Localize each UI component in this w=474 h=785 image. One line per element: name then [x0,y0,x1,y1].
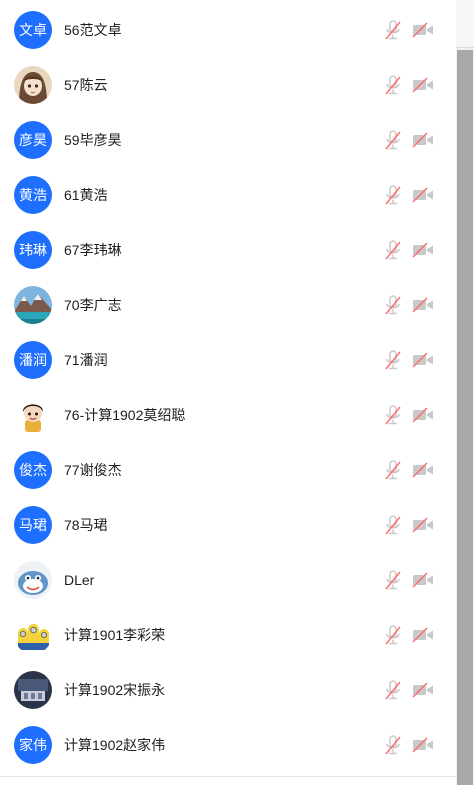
camera-off-icon[interactable] [412,462,434,478]
avatar: 彦昊 [14,120,52,159]
participant-row[interactable]: 70李广志 [0,277,456,332]
camera-off-icon[interactable] [412,132,434,148]
participant-row[interactable]: 黄浩 61黄浩 [0,167,456,222]
mic-muted-icon[interactable] [384,514,402,535]
mic-muted-icon[interactable] [384,19,402,40]
mic-muted-icon[interactable] [384,74,402,95]
mountain-lake-avatar [14,285,52,324]
avatar: 马珺 [14,505,52,544]
scrollbar-track-top[interactable] [456,0,474,48]
participant-name: 78马珺 [64,516,108,533]
participant-row[interactable]: 俊杰 77谢俊杰 [0,442,456,497]
participant-name: 77谢俊杰 [64,461,122,478]
camera-off-icon[interactable] [412,77,434,93]
camera-off-icon[interactable] [412,22,434,38]
participant-name: DLer [64,571,95,588]
participant-row[interactable]: 76-计算1902莫绍聪 [0,387,456,442]
participant-row[interactable]: 57陈云 [0,57,456,112]
camera-off-icon[interactable] [412,682,434,698]
camera-off-icon[interactable] [412,297,434,313]
participant-row[interactable]: 计算1902宋振永 [0,662,456,717]
avatar: 潘润 [14,340,52,379]
avatar: 玮琳 [14,230,52,269]
mic-muted-icon[interactable] [384,569,402,590]
participant-row[interactable]: 玮琳 67李玮琳 [0,222,456,277]
avatar: 文卓 [14,10,52,49]
camera-off-icon[interactable] [412,627,434,643]
participant-name: 计算1902赵家伟 [64,736,166,753]
camera-off-icon[interactable] [412,572,434,588]
participant-list: 文卓 56范文卓 57陈云 彦昊 59毕彦昊 黄浩 61黄浩 玮琳 67李玮琳 … [0,0,456,785]
participant-row[interactable]: 计算1901李彩荣 [0,607,456,662]
mic-muted-icon[interactable] [384,184,402,205]
participant-name: 71潘润 [64,351,108,368]
cartoon-creature-avatar [14,560,52,599]
dark-photo-avatar [14,670,52,709]
participant-row[interactable]: 家伟 计算1902赵家伟 [0,717,456,772]
participant-name: 59毕彦昊 [64,131,122,148]
participant-name: 57陈云 [64,76,108,93]
mic-muted-icon[interactable] [384,404,402,425]
avatar: 家伟 [14,725,52,764]
avatar: 黄浩 [14,175,52,214]
mic-muted-icon[interactable] [384,459,402,480]
anime-girl-avatar [14,65,52,104]
list-divider [0,776,456,777]
participant-row[interactable]: 马珺 78马珺 [0,497,456,552]
participant-row[interactable]: 文卓 56范文卓 [0,2,456,57]
participant-name: 67李玮琳 [64,241,122,258]
participant-name: 76-计算1902莫绍聪 [64,406,186,423]
mic-muted-icon[interactable] [384,129,402,150]
participant-row[interactable]: 潘润 71潘润 [0,332,456,387]
mic-muted-icon[interactable] [384,679,402,700]
camera-off-icon[interactable] [412,407,434,423]
avatar: 俊杰 [14,450,52,489]
mic-muted-icon[interactable] [384,239,402,260]
camera-off-icon[interactable] [412,352,434,368]
mic-muted-icon[interactable] [384,734,402,755]
scrollbar-thumb[interactable] [457,50,473,785]
camera-off-icon[interactable] [412,517,434,533]
camera-off-icon[interactable] [412,242,434,258]
vertical-scrollbar[interactable] [456,0,474,785]
cartoon-boy-avatar [14,395,52,434]
participant-name: 61黄浩 [64,186,108,203]
mic-muted-icon[interactable] [384,349,402,370]
participant-name: 70李广志 [64,296,122,313]
participant-row[interactable]: DLer [0,552,456,607]
participant-name: 计算1901李彩荣 [64,626,166,643]
camera-off-icon[interactable] [412,187,434,203]
mic-muted-icon[interactable] [384,624,402,645]
camera-off-icon[interactable] [412,737,434,753]
participant-row[interactable]: 彦昊 59毕彦昊 [0,112,456,167]
mic-muted-icon[interactable] [384,294,402,315]
participant-name: 计算1902宋振永 [64,681,166,698]
minions-avatar [14,615,52,654]
participant-name: 56范文卓 [64,21,122,38]
